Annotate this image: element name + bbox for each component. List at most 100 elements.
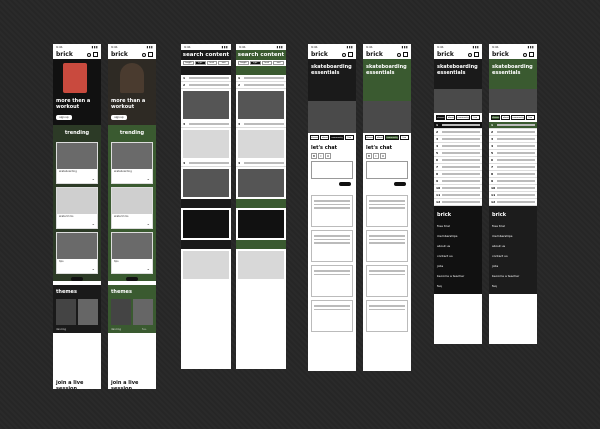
tab-live[interactable]: live [399, 135, 409, 140]
list-item[interactable]: 4 [236, 160, 286, 167]
list-item[interactable]: 12 [434, 199, 482, 206]
list-item[interactable]: 10 [434, 185, 482, 192]
tab-about[interactable]: about [446, 115, 456, 120]
more-button[interactable] [126, 277, 138, 281]
list-item[interactable]: 4 [181, 160, 231, 167]
logo[interactable]: brick [311, 51, 328, 58]
bold-button[interactable]: B [311, 153, 317, 159]
video-thumbnail[interactable] [238, 251, 284, 279]
footer-link[interactable]: contact us [437, 254, 479, 258]
tab-about[interactable]: about [320, 135, 330, 140]
tab-community[interactable]: community [385, 135, 399, 140]
menu-icon[interactable] [529, 52, 534, 57]
list-item[interactable]: 4 [434, 143, 482, 150]
chevron-down-icon[interactable]: ⌄ [147, 176, 150, 181]
logo[interactable]: brick [492, 51, 509, 58]
footer-link[interactable]: faq [437, 284, 479, 288]
list-item[interactable]: 12 [489, 199, 537, 206]
video-thumbnail[interactable] [238, 91, 284, 119]
footer-link[interactable]: memberships [492, 234, 534, 238]
list-item[interactable]: 2 [181, 82, 231, 89]
italic-button[interactable]: I [318, 153, 324, 159]
filter-chip[interactable]: level [261, 61, 273, 65]
tab-classes[interactable]: classes [365, 135, 375, 140]
search-icon[interactable] [468, 52, 472, 57]
content-card[interactable]: tips ⌄ [56, 232, 98, 274]
footer-link[interactable]: memberships [437, 234, 479, 238]
tab-community[interactable]: community [511, 115, 525, 120]
video-thumbnail[interactable] [183, 251, 229, 279]
content-card[interactable]: skate tricks ⌄ [56, 187, 98, 229]
list-item[interactable]: 3 [434, 136, 482, 143]
logo[interactable]: brick [437, 51, 454, 58]
theme-image[interactable] [78, 299, 98, 325]
menu-icon[interactable] [148, 52, 153, 57]
theme-image[interactable] [111, 299, 131, 325]
chevron-down-icon[interactable]: ⌄ [147, 266, 150, 271]
list-item[interactable]: 1 [181, 75, 231, 82]
tab-about[interactable]: about [375, 135, 385, 140]
footer-link[interactable]: free trial [492, 224, 534, 228]
filter-chip[interactable]: type [249, 61, 261, 65]
bold-button[interactable]: B [366, 153, 372, 159]
video-thumbnail[interactable] [183, 169, 229, 197]
video-thumbnail[interactable] [183, 130, 229, 158]
filter-chip[interactable]: level [206, 61, 218, 65]
list-item[interactable]: 11 [489, 192, 537, 199]
video-thumbnail[interactable] [183, 210, 229, 238]
list-item[interactable]: 2 [434, 129, 482, 136]
footer-link[interactable]: become a teacher [437, 274, 479, 278]
message-input[interactable] [311, 161, 353, 179]
more-button[interactable] [71, 277, 83, 281]
chevron-down-icon[interactable]: ⌄ [147, 221, 150, 226]
send-button[interactable] [394, 182, 406, 186]
signup-button[interactable]: sign up [56, 115, 72, 120]
filter-chip[interactable]: type [194, 61, 206, 65]
list-item[interactable]: 7 [489, 164, 537, 171]
list-item[interactable]: 5 [434, 150, 482, 157]
list-item[interactable]: 3 [236, 121, 286, 128]
menu-icon[interactable] [474, 52, 479, 57]
menu-icon[interactable] [403, 52, 408, 57]
chevron-down-icon[interactable]: ⌄ [92, 221, 95, 226]
tab-about[interactable]: about [501, 115, 511, 120]
video-thumbnail[interactable] [183, 91, 229, 119]
filter-chip[interactable]: length [238, 61, 249, 65]
search-icon[interactable] [87, 52, 91, 57]
footer-link[interactable]: become a teacher [492, 274, 534, 278]
tab-classes[interactable]: classes [310, 135, 320, 140]
content-card[interactable]: skateboarding ⌄ [56, 142, 98, 184]
footer-link[interactable]: jobs [437, 264, 479, 268]
logo[interactable]: brick [366, 51, 383, 58]
list-item[interactable]: 3 [181, 121, 231, 128]
list-item[interactable]: 6 [434, 157, 482, 164]
list-item[interactable]: 8 [434, 171, 482, 178]
content-card[interactable]: tips ⌄ [111, 232, 153, 274]
list-item[interactable]: 1 [236, 75, 286, 82]
search-icon[interactable] [397, 52, 401, 57]
footer-link[interactable]: faq [492, 284, 534, 288]
list-item[interactable]: 2 [236, 82, 286, 89]
list-item[interactable]: 7 [434, 164, 482, 171]
list-item[interactable]: 6 [489, 157, 537, 164]
tab-classes[interactable]: classes [436, 115, 446, 120]
video-thumbnail[interactable] [238, 210, 284, 238]
tab-community[interactable]: community [456, 115, 470, 120]
list-item[interactable]: 4 [489, 143, 537, 150]
message-input[interactable] [366, 161, 408, 179]
list-item[interactable]: 3 [489, 136, 537, 143]
tab-live[interactable]: live [470, 115, 480, 120]
search-icon[interactable] [523, 52, 527, 57]
logo[interactable]: brick [111, 51, 128, 58]
footer-link[interactable]: contact us [492, 254, 534, 258]
search-icon[interactable] [342, 52, 346, 57]
list-item[interactable]: 1 [434, 122, 482, 129]
list-item[interactable]: 1 [489, 122, 537, 129]
list-item[interactable]: 5 [489, 150, 537, 157]
chevron-down-icon[interactable]: ⌄ [92, 266, 95, 271]
underline-button[interactable]: U [325, 153, 331, 159]
footer-link[interactable]: about us [492, 244, 534, 248]
logo[interactable]: brick [56, 51, 73, 58]
tab-classes[interactable]: classes [491, 115, 501, 120]
theme-image[interactable] [133, 299, 153, 325]
